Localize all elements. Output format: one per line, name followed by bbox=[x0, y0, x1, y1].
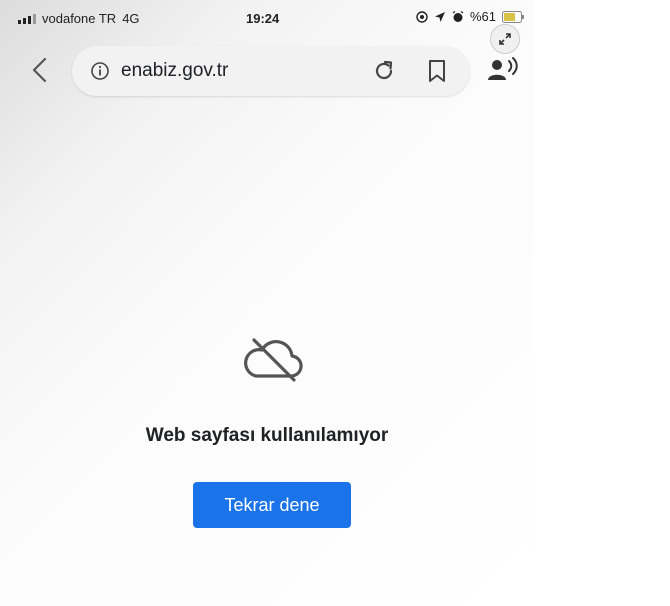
back-icon[interactable] bbox=[28, 56, 52, 84]
carrier-label: vodafone TR bbox=[42, 11, 117, 26]
cloud-off-icon bbox=[244, 338, 303, 382]
status-left: vodafone TR 4G bbox=[18, 11, 140, 26]
location-icon bbox=[416, 10, 428, 23]
status-time: 19:24 bbox=[246, 11, 280, 26]
browser-toolbar: enabiz.gov.tr bbox=[0, 40, 534, 104]
alarm-icon bbox=[452, 10, 464, 22]
network-label: 4G bbox=[122, 11, 140, 26]
signal-icon bbox=[18, 13, 36, 24]
arrow-icon bbox=[434, 11, 445, 22]
read-aloud-icon[interactable] bbox=[486, 56, 518, 84]
address-bar[interactable]: enabiz.gov.tr bbox=[72, 46, 470, 96]
info-icon[interactable] bbox=[90, 61, 110, 81]
error-message: Web sayfası kullanılamıyor bbox=[145, 425, 389, 446]
phone-screen: vodafone TR 4G 19:24 %61 enabiz.gov.tr W… bbox=[0, 0, 534, 606]
retry-button[interactable]: Tekrar dene bbox=[193, 482, 351, 528]
status-right: %61 bbox=[416, 9, 524, 24]
reload-icon[interactable] bbox=[372, 59, 396, 83]
battery-icon bbox=[502, 10, 524, 23]
status-bar: vodafone TR 4G 19:24 %61 bbox=[0, 0, 534, 40]
url-text[interactable]: enabiz.gov.tr bbox=[121, 60, 228, 82]
battery-percent: %61 bbox=[469, 9, 496, 24]
bookmark-icon[interactable] bbox=[426, 59, 448, 83]
